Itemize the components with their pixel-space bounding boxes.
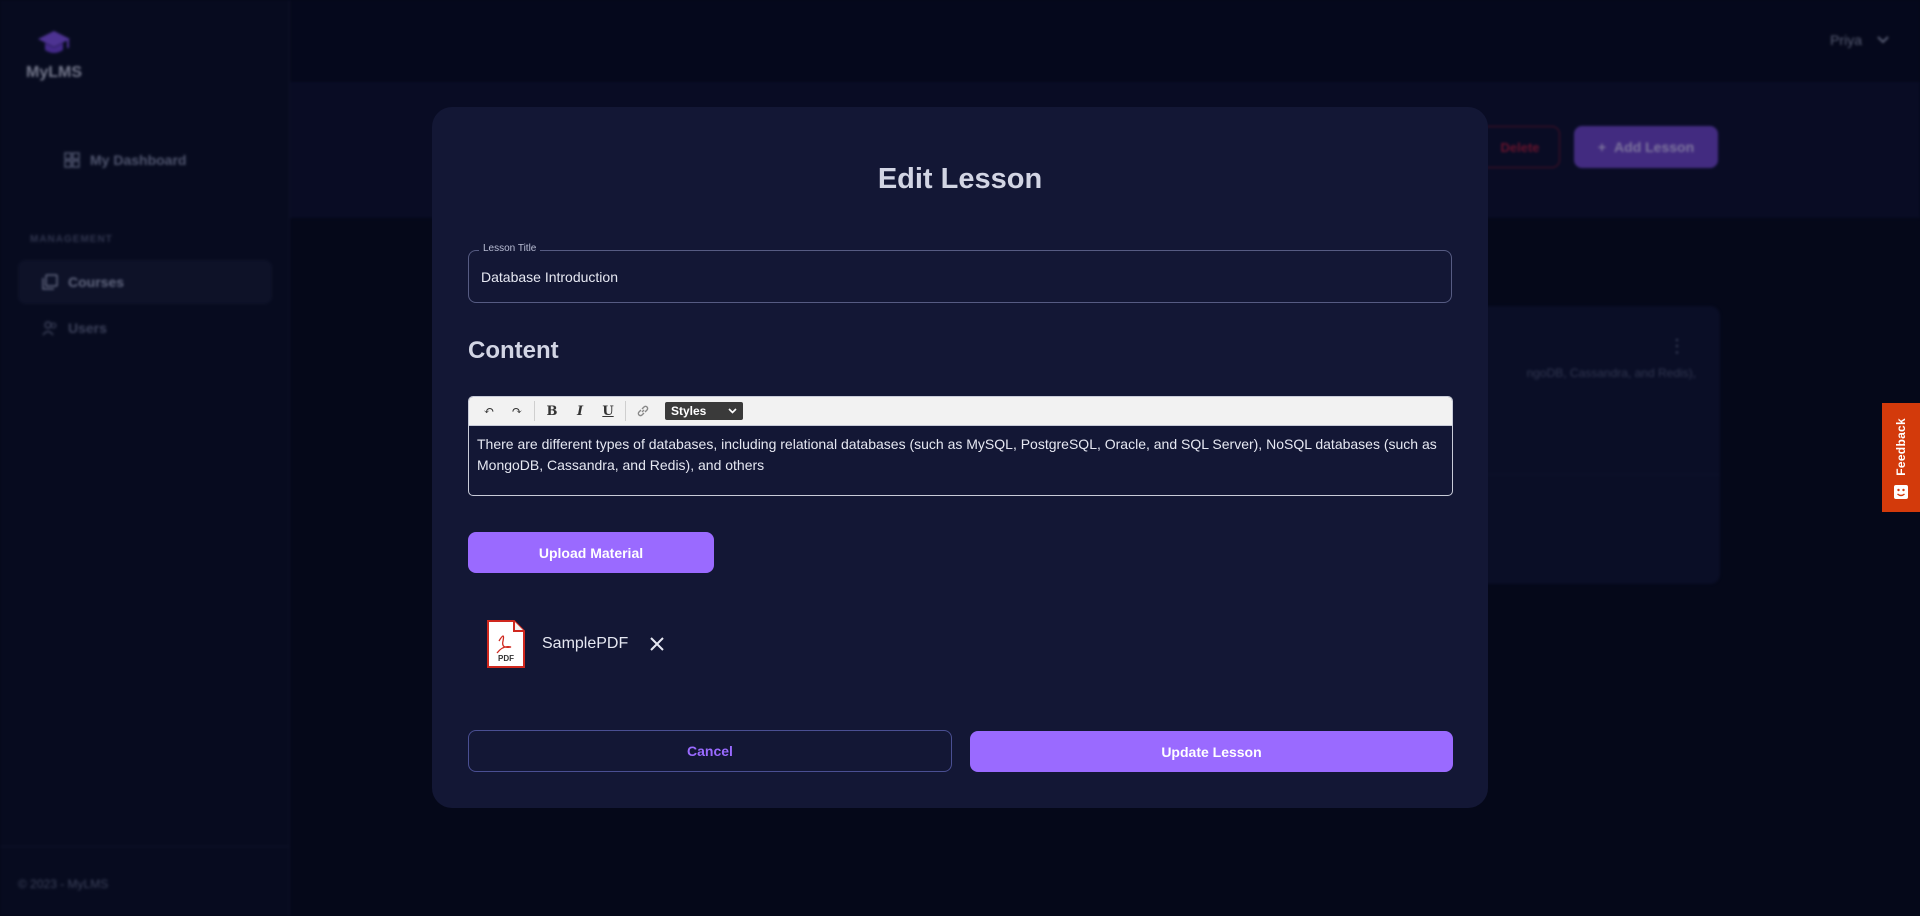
bold-button[interactable]: B bbox=[538, 399, 566, 423]
content-heading: Content bbox=[468, 337, 559, 364]
file-name: SamplePDF bbox=[542, 635, 629, 652]
styles-label: Styles bbox=[671, 404, 707, 418]
upload-material-button[interactable]: Upload Material bbox=[468, 532, 714, 573]
chevron-down-icon bbox=[728, 408, 737, 414]
cancel-button[interactable]: Cancel bbox=[468, 730, 952, 772]
feedback-icon bbox=[1894, 485, 1908, 499]
update-lesson-button[interactable]: Update Lesson bbox=[970, 731, 1453, 772]
undo-icon[interactable]: ↶ bbox=[475, 399, 503, 423]
pdf-type-label: PDF bbox=[498, 654, 514, 663]
underline-button[interactable]: U bbox=[594, 399, 622, 423]
feedback-label: Feedback bbox=[1894, 418, 1908, 476]
redo-icon[interactable]: ↷ bbox=[503, 399, 531, 423]
close-icon[interactable] bbox=[648, 635, 666, 653]
editor-content[interactable]: There are different types of databases, … bbox=[469, 426, 1452, 484]
toolbar-separator bbox=[534, 401, 535, 421]
edit-lesson-modal: Edit Lesson Lesson Title Content ↶ ↷ B I… bbox=[432, 107, 1488, 808]
lesson-title-field: Lesson Title bbox=[468, 243, 1452, 303]
link-icon[interactable] bbox=[629, 399, 657, 423]
editor-toolbar: ↶ ↷ B I U Styles bbox=[469, 397, 1452, 426]
attached-file: PDF SamplePDF bbox=[486, 618, 666, 670]
feedback-tab[interactable]: Feedback bbox=[1882, 403, 1920, 512]
toolbar-separator bbox=[625, 401, 626, 421]
pdf-file-icon: PDF bbox=[487, 620, 525, 668]
lesson-title-input[interactable] bbox=[481, 251, 1441, 302]
rich-text-editor: ↶ ↷ B I U Styles There are different typ… bbox=[468, 396, 1453, 496]
styles-dropdown[interactable]: Styles bbox=[665, 402, 743, 420]
italic-button[interactable]: I bbox=[566, 399, 594, 423]
modal-title: Edit Lesson bbox=[877, 163, 1043, 195]
